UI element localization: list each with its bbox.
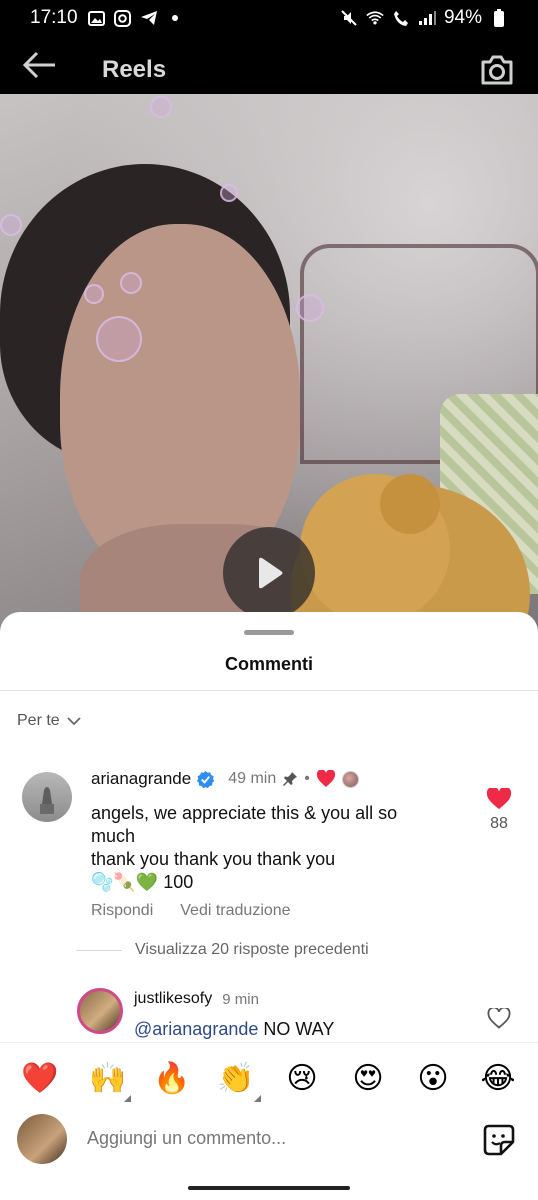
heart-outline-icon — [487, 1006, 511, 1029]
home-gesture-handle[interactable] — [188, 1186, 350, 1190]
notification-icons — [88, 9, 184, 27]
skin-tone-indicator — [124, 1095, 131, 1102]
signal-icon — [418, 9, 436, 27]
avatar[interactable] — [22, 772, 72, 822]
comment-like[interactable]: 88 — [484, 786, 514, 833]
bubble-effect — [96, 316, 142, 362]
see-translation-button[interactable]: Vedi traduzione — [180, 902, 290, 920]
comment-header: arianagrande 49 min • — [91, 769, 359, 789]
view-previous-replies[interactable]: Visualizza 20 risposte precedenti — [135, 941, 369, 959]
back-button[interactable] — [22, 50, 58, 80]
verified-badge-icon — [197, 770, 215, 788]
reply-username[interactable]: justlikesofy — [134, 990, 212, 1008]
camera-button[interactable] — [480, 54, 514, 86]
comment-input-row: Aggiungi un commento... — [0, 1108, 538, 1176]
battery-icon — [490, 9, 508, 27]
like-count: 88 — [490, 815, 508, 832]
emoji-laugh-button[interactable]: 😂 — [476, 1057, 520, 1101]
bubble-effect — [120, 272, 142, 294]
emoji-quick-bar: ❤️ 🙌 🔥 👏 😢 😍 😮 😂 — [0, 1042, 538, 1112]
comment-text: angels, we appreciate this & you all so … — [91, 802, 436, 894]
sticker-icon — [483, 1124, 515, 1156]
emoji-surprised-button[interactable]: 😮 — [411, 1057, 455, 1101]
comment-item: arianagrande 49 min • angels, we appreci… — [0, 768, 538, 928]
reply-item: justlikesofy 9 min @arianagrande NO WAY — [0, 984, 538, 1044]
replies-line — [76, 950, 122, 951]
reply-text: @arianagrande NO WAY — [134, 1018, 334, 1041]
comment-text-line: angels, we appreciate this & you all so … — [91, 803, 398, 846]
comment-time: 49 min — [228, 770, 277, 787]
call-icon — [392, 9, 410, 27]
emoji-cry-button[interactable]: 😢 — [280, 1057, 324, 1101]
status-bar: 17:10 94% — [0, 0, 538, 36]
status-time: 17:10 — [30, 7, 78, 28]
avatar-silhouette-icon — [40, 787, 54, 814]
emoji-clap-button[interactable]: 👏 — [214, 1057, 258, 1101]
telegram-icon — [140, 9, 158, 27]
mute-icon — [340, 9, 358, 27]
reply-button[interactable]: Rispondi — [91, 902, 153, 920]
comment-username[interactable]: arianagrande — [91, 769, 191, 789]
video-teddy-ear — [380, 474, 440, 534]
back-arrow-icon — [22, 51, 55, 79]
bubble-effect — [150, 96, 172, 118]
emoji-heart-button[interactable]: ❤️ — [18, 1057, 62, 1101]
sort-dropdown[interactable]: Per te — [17, 712, 82, 730]
mention-link[interactable]: @arianagrande — [134, 1019, 258, 1039]
emoji-fire-button[interactable]: 🔥 — [150, 1057, 194, 1101]
current-user-avatar — [17, 1114, 67, 1164]
sticker-button[interactable] — [481, 1122, 517, 1158]
reply-avatar[interactable] — [77, 988, 123, 1034]
reply-body: NO WAY — [258, 1019, 335, 1039]
emoji-heart-eyes-button[interactable]: 😍 — [346, 1057, 390, 1101]
bubble-effect — [0, 214, 22, 236]
comment-actions: Rispondi Vedi traduzione — [91, 902, 291, 920]
wifi-icon — [366, 9, 384, 27]
creator-avatar — [341, 770, 359, 788]
comments-title: Commenti — [224, 654, 313, 674]
play-icon — [259, 557, 283, 589]
reply-like[interactable] — [486, 1006, 512, 1034]
bubble-effect — [84, 284, 104, 304]
instagram-icon — [114, 9, 132, 27]
bubble-effect — [220, 184, 238, 202]
camera-icon — [481, 55, 513, 85]
heart-filled-icon — [486, 786, 512, 809]
chevron-down-icon — [67, 717, 81, 726]
sheet-drag-handle[interactable] — [244, 630, 294, 635]
reply-header: justlikesofy 9 min — [134, 990, 259, 1008]
pin-icon — [283, 772, 298, 786]
skin-tone-indicator — [254, 1095, 261, 1102]
comment-input[interactable]: Aggiungi un commento... — [87, 1128, 286, 1149]
divider — [0, 690, 538, 691]
creator-liked-heart-icon — [316, 770, 335, 787]
dot-icon — [166, 9, 184, 27]
comment-text-line: thank you thank you thank you — [91, 849, 336, 869]
bubble-effect — [296, 294, 324, 322]
comment-text-line: 🫧🍡💚 100 — [91, 872, 194, 892]
separator-dot: • — [304, 770, 310, 787]
page-title: Reels — [102, 56, 167, 83]
reply-time: 9 min — [222, 990, 259, 1008]
reels-header: Reels — [0, 36, 538, 94]
system-nav-bar — [0, 1176, 538, 1200]
system-icons: 94% — [340, 7, 508, 29]
play-button[interactable] — [223, 527, 315, 619]
battery-level: 94% — [443, 7, 482, 28]
sort-label: Per te — [17, 712, 60, 729]
gallery-icon — [88, 9, 106, 27]
